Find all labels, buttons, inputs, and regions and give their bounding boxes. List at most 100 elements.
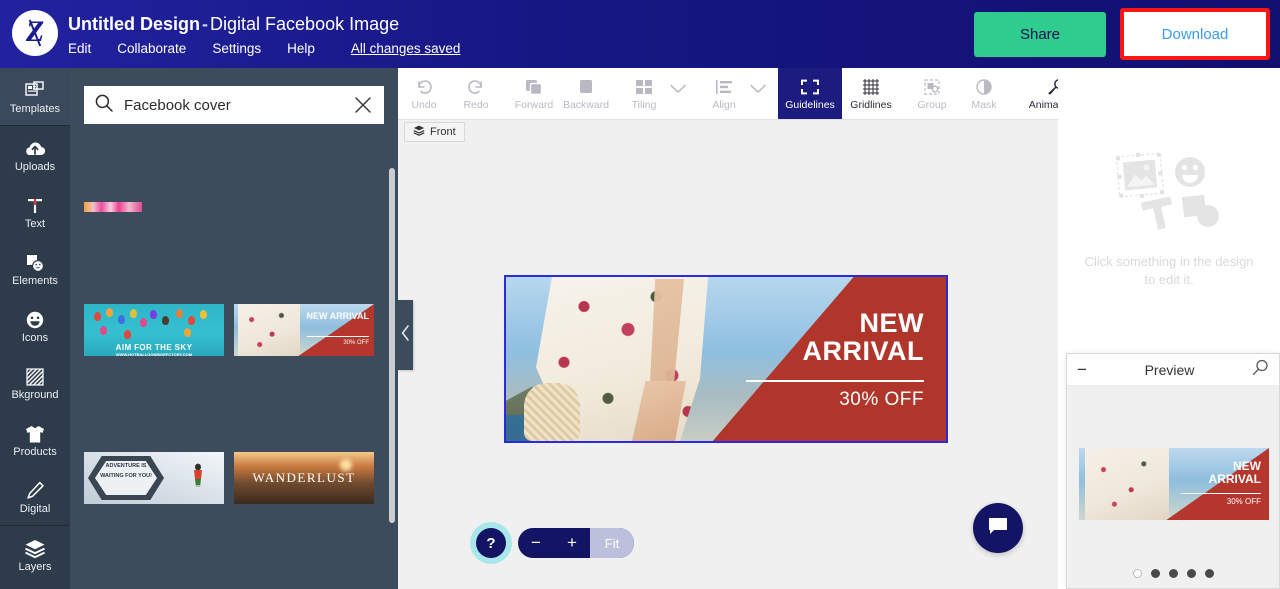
preview-dot-1[interactable] (1132, 568, 1142, 578)
sidebar-label-uploads: Uploads (14, 160, 56, 173)
toolbar-backward-button[interactable]: Backward (560, 68, 612, 119)
magnifier-icon[interactable] (1252, 359, 1269, 381)
template-subcaption: WWW.HOTBALLOONRIDEFCTORY.COM (115, 352, 193, 356)
sidebar-label-templates: Templates (9, 102, 61, 115)
design-headline-line1: NEW (859, 308, 924, 338)
toolbar-forward-button[interactable]: Forward (508, 68, 560, 119)
search-icon (94, 93, 114, 118)
sidebar-label-bkground: Bkground (11, 388, 59, 401)
sidebar-item-icons[interactable]: Icons (0, 297, 70, 354)
template-thumbnail-adventure[interactable]: ADVENTURE IS WAITING FOR YOU! (84, 452, 224, 504)
preview-panel: − Preview NEW ARRIVAL 30% OFF (1066, 353, 1280, 589)
app-root: Z Untitled Design - Digital Facebook Image… (0, 0, 1280, 589)
close-icon[interactable] (352, 94, 374, 116)
chevron-down-icon-tiling[interactable] (670, 68, 692, 119)
layers-icon (24, 537, 46, 559)
design-headline: NEW ARRIVAL (803, 309, 925, 366)
preview-title: Preview (1144, 361, 1195, 378)
toolbar-redo-label: Redo (463, 98, 489, 111)
preview-dot-3[interactable] (1168, 568, 1178, 578)
right-properties-panel: Click something in the design to edit it… (1058, 68, 1280, 589)
sidebar-item-bkground[interactable]: Bkground (0, 354, 70, 411)
toolbar-align-label: Align (712, 98, 736, 111)
sidebar-item-elements[interactable]: Elements (0, 240, 70, 297)
sidebar-item-layers[interactable]: Layers (0, 526, 70, 583)
design-title: Untitled Design - Digital Facebook Image (68, 14, 399, 35)
toolbar-guidelines-label: Guidelines (785, 98, 835, 111)
minimize-icon[interactable]: − (1077, 361, 1087, 378)
canvas-area[interactable]: Front NEW ARRIVAL 30% OFF ? − + Fit (398, 120, 1058, 589)
front-chip-label: Front (430, 126, 456, 138)
help-button[interactable]: ? (476, 528, 506, 558)
toolbar-mask-button[interactable]: Mask (958, 68, 1010, 119)
template-caption: NEW ARRIVAL (306, 311, 370, 321)
share-button[interactable]: Share (974, 12, 1106, 57)
toolbar-tiling-button[interactable]: Tiling (618, 68, 670, 119)
front-layer-chip[interactable]: Front (404, 122, 465, 142)
toolbar-gridlines-button[interactable]: Gridlines (842, 68, 900, 119)
chat-support-button[interactable] (973, 503, 1023, 553)
app-header: Z Untitled Design - Digital Facebook Image… (0, 0, 1280, 68)
toolbar-undo-label: Undo (411, 98, 437, 111)
zoom-out-button[interactable]: − (518, 528, 554, 558)
template-thumbnail-new-arrival[interactable]: NEW ARRIVAL 30% OFF (234, 304, 374, 356)
z-logo-icon[interactable]: Z (12, 10, 58, 56)
toolbar-redo-button[interactable]: Redo (450, 68, 502, 119)
sidebar-label-layers: Layers (18, 560, 52, 573)
group-icon (922, 77, 942, 98)
all-changes-saved-status[interactable]: All changes saved (351, 41, 461, 56)
image-placeholder-icon (1115, 150, 1223, 239)
elements-icon (25, 251, 45, 273)
sidebar-item-templates[interactable]: Templates (0, 68, 70, 125)
left-sidebar: Templates Uploads Text Elements Icons Bk… (0, 68, 70, 589)
sidebar-item-uploads[interactable]: Uploads (0, 126, 70, 183)
zoom-in-button[interactable]: + (554, 528, 590, 558)
preview-slide-artwork[interactable]: NEW ARRIVAL 30% OFF (1079, 448, 1269, 520)
menu-item-settings[interactable]: Settings (212, 41, 261, 56)
layers-stack-icon (413, 125, 425, 139)
toolbar-group-button[interactable]: Group (906, 68, 958, 119)
toolbar-guidelines-button[interactable]: Guidelines (778, 68, 842, 119)
menu-item-collaborate[interactable]: Collaborate (117, 41, 186, 56)
zoom-controls: ? − + Fit (476, 528, 634, 558)
search-input[interactable] (124, 96, 352, 114)
gridlines-icon (862, 77, 880, 98)
toolbar-group-label: Group (917, 98, 947, 111)
menu-item-edit[interactable]: Edit (68, 41, 91, 56)
zoom-fit-button[interactable]: Fit (590, 528, 634, 558)
preview-headline-line1: NEW (1233, 459, 1261, 473)
empty-state-text: Click something in the design to edit it… (1084, 253, 1253, 288)
templates-panel-scrollbar[interactable] (389, 168, 395, 523)
design-canvas-object[interactable]: NEW ARRIVAL 30% OFF (504, 275, 948, 443)
sidebar-item-products[interactable]: Products (0, 411, 70, 468)
collapse-panel-button[interactable] (398, 300, 413, 370)
menu-item-help[interactable]: Help (287, 41, 315, 56)
sidebar-label-digital: Digital (19, 502, 51, 515)
design-title-main: Untitled Design (68, 14, 201, 34)
sidebar-label-text: Text (24, 217, 46, 230)
toolbar-forward-label: Forward (514, 98, 554, 111)
chevron-down-icon-align[interactable] (750, 68, 772, 119)
preview-dot-2[interactable] (1150, 568, 1160, 578)
preview-dot-5[interactable] (1204, 568, 1214, 578)
align-left-icon (714, 77, 734, 98)
empty-state-line2: to edit it. (1144, 271, 1194, 287)
header-menu: Edit Collaborate Settings Help All chang… (68, 41, 460, 56)
toolbar-align-button[interactable]: Align (698, 68, 750, 119)
template-thumbnail-aim-for-the-sky[interactable]: AIM FOR THE SKY WWW.HOTBALLOONRIDEFCTORY… (84, 304, 224, 356)
preview-body: NEW ARRIVAL 30% OFF (1067, 386, 1279, 558)
toolbar-undo-button[interactable]: Undo (398, 68, 450, 119)
sidebar-item-text[interactable]: Text (0, 183, 70, 240)
templates-panel: AIM FOR THE SKY WWW.HOTBALLOONRIDEFCTORY… (70, 68, 398, 589)
sidebar-item-digital[interactable]: Digital (0, 468, 70, 525)
logo-letter: Z (25, 15, 45, 48)
redo-arrow-icon (466, 77, 486, 98)
canvas-toolbar: Undo Redo Forward Backward Tiling Align … (398, 68, 1212, 120)
preview-dot-4[interactable] (1186, 568, 1196, 578)
design-photo-bag (524, 383, 580, 441)
toolbar-gridlines-label: Gridlines (850, 98, 892, 111)
template-thumbnail-wanderlust[interactable]: WANDERLUST (234, 452, 374, 504)
sidebar-label-elements: Elements (12, 274, 58, 287)
tiling-grid-icon (634, 77, 654, 98)
download-button[interactable]: Download (1162, 26, 1229, 43)
